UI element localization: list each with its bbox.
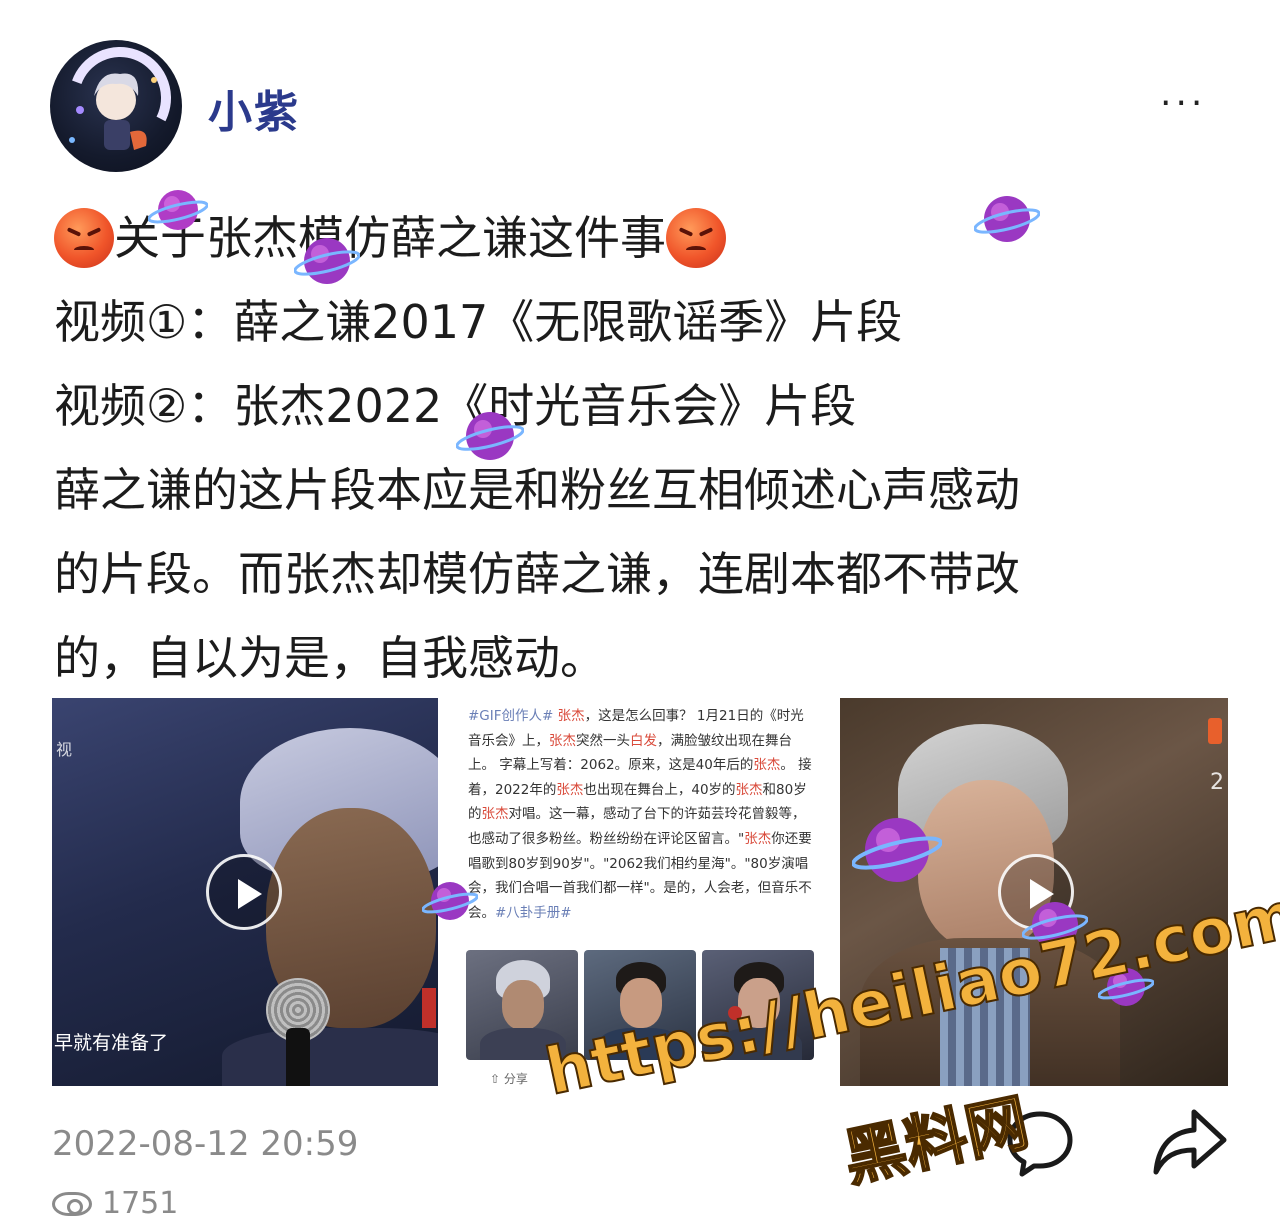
post-title-line: 关于张杰模仿薛之谦这件事 [54, 196, 1244, 280]
post-title: 关于张杰模仿薛之谦这件事 [114, 211, 666, 265]
hashtag: #八卦手册# [495, 904, 572, 921]
more-options-button[interactable]: ··· [1160, 86, 1220, 122]
red-prop [422, 988, 436, 1028]
share-arrow-icon [1153, 1109, 1227, 1175]
hashtag: #GIF创作人# [468, 708, 554, 724]
video-caption: 早就有准备了 [54, 1032, 169, 1054]
share-link[interactable]: ⇧ 分享 [490, 1070, 528, 1086]
post-line: 的，自以为是，自我感动。 [54, 631, 606, 685]
post-line: 薛之谦的这片段本应是和粉丝互相倾述心声感动 [54, 463, 1020, 517]
view-count-value: 1751 [102, 1186, 179, 1216]
highlight-name: 张杰 [753, 757, 781, 774]
author-name[interactable]: 小紫 [208, 76, 300, 140]
highlight-name: 张杰 [556, 781, 584, 798]
share-icon: ⇧ [490, 1072, 504, 1086]
highlight-name: 张杰 [744, 830, 772, 847]
play-icon[interactable] [206, 854, 282, 930]
post-page: 小紫 ··· 关于张杰模仿薛之谦这件事 视频①：薛之谦2017《无限歌谣季》片段… [0, 0, 1280, 1216]
post-line: 视频①：薛之谦2017《无限歌谣季》片段 [54, 295, 903, 349]
highlight-name: 张杰 [549, 732, 576, 749]
highlight-word: 白发 [630, 732, 657, 749]
microphone-handle [286, 1028, 310, 1086]
share-label: 分享 [503, 1072, 528, 1086]
thumbnail-side-text: 视 [56, 740, 73, 759]
highlight-name: 张杰 [735, 781, 763, 798]
play-icon[interactable] [998, 854, 1074, 930]
angry-face-icon [666, 208, 726, 268]
share-button[interactable] [1150, 1104, 1230, 1180]
view-count: 1751 [52, 1186, 178, 1216]
post-timestamp: 2022-08-12 20:59 [52, 1124, 359, 1164]
text-run: 也出现在舞台上，40岁的 [583, 781, 736, 798]
video-thumbnail-1[interactable]: 视 早就有准备了 [52, 698, 438, 1086]
text-run: 突然一头 [576, 732, 630, 749]
episode-counter: 2 [1210, 770, 1224, 795]
highlight-name: 张杰 [481, 806, 509, 823]
post-body: 关于张杰模仿薛之谦这件事 视频①：薛之谦2017《无限歌谣季》片段 视频②：张杰… [54, 196, 1244, 700]
avatar[interactable] [50, 40, 182, 172]
watermark-site-name: 黑料网 [837, 1084, 1036, 1196]
post-header: 小紫 ··· [0, 0, 1280, 180]
highlight-name: 张杰 [557, 708, 585, 724]
post-line: 视频②：张杰2022《时光音乐会》片段 [54, 379, 857, 433]
eye-icon [52, 1191, 92, 1216]
shoulders-shape [222, 1028, 438, 1086]
avatar-art [69, 47, 171, 150]
angry-face-icon [54, 208, 114, 268]
channel-logo [1208, 718, 1222, 744]
article-text: #GIF创作人# 张杰，这是怎么回事？ 1月21日的《时光音乐会》上，张杰突然一… [468, 704, 814, 925]
post-line: 的片段。而张杰却模仿薛之谦，连剧本都不带改 [54, 547, 1020, 601]
